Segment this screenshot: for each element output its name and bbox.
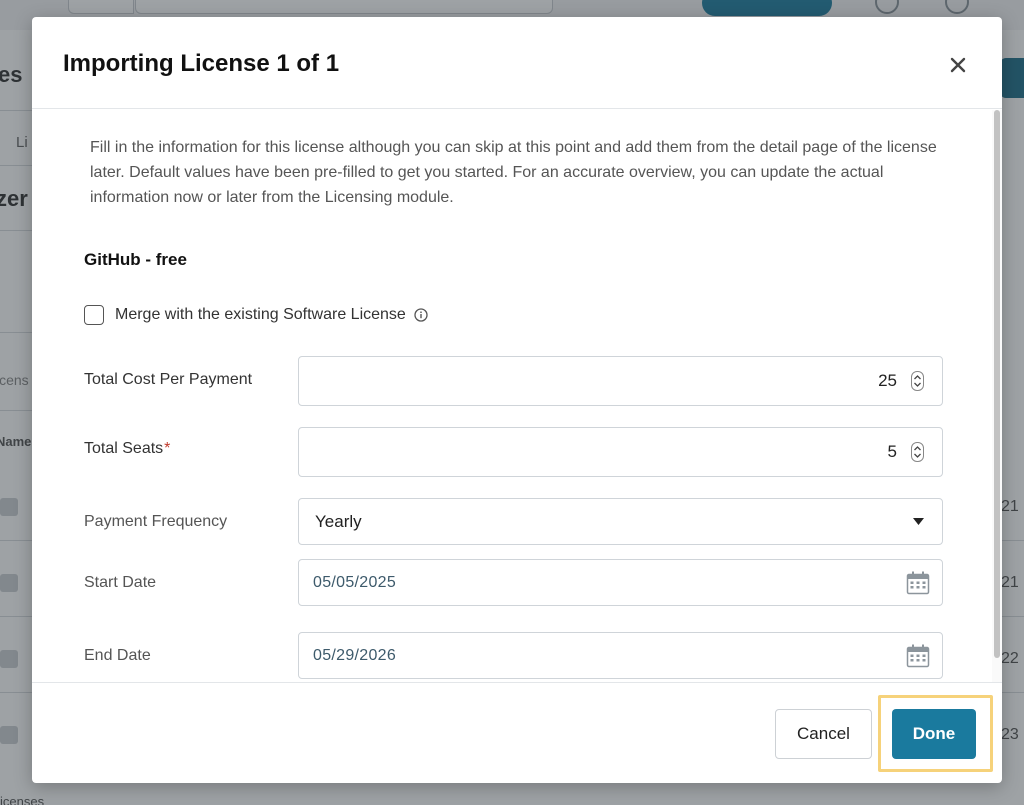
required-marker: * [164, 440, 171, 457]
total-seats-stepper[interactable] [911, 442, 924, 462]
calendar-icon[interactable] [906, 644, 930, 668]
close-icon [950, 57, 966, 73]
total-cost-input[interactable]: 25 [298, 356, 943, 406]
dialog-title: Importing License 1 of 1 [63, 50, 340, 77]
merge-label[interactable]: Merge with the existing Software License [115, 306, 406, 324]
payment-frequency-label: Payment Frequency [84, 513, 228, 530]
calendar-icon[interactable] [906, 571, 930, 595]
close-button[interactable] [944, 51, 972, 79]
total-seats-value: 5 [887, 442, 897, 461]
merge-option: Merge with the existing Software License [84, 305, 428, 325]
payment-frequency-select[interactable]: Yearly [298, 498, 943, 545]
total-seats-input[interactable]: 5 [298, 427, 943, 477]
dialog-footer: Cancel Done [32, 682, 1002, 783]
done-button[interactable]: Done [892, 709, 976, 759]
total-cost-stepper[interactable] [911, 371, 924, 391]
intro-text: Fill in the information for this license… [90, 139, 937, 206]
total-cost-label: Total Cost Per Payment [84, 371, 253, 388]
total-seats-label-text: Total Seats [84, 440, 164, 457]
import-license-dialog: Importing License 1 of 1 Fill in the inf… [32, 17, 1002, 783]
stepper-arrows-icon [914, 375, 921, 387]
cancel-button[interactable]: Cancel [775, 709, 872, 759]
end-date-input[interactable]: 05/29/2026 [298, 632, 943, 679]
start-date-input[interactable]: 05/05/2025 [298, 559, 943, 606]
end-date-value: 05/29/2026 [313, 646, 397, 664]
dialog-header: Importing License 1 of 1 [32, 17, 1002, 109]
info-icon[interactable] [414, 308, 428, 322]
payment-frequency-value: Yearly [315, 511, 362, 531]
product-name: GitHub - free [84, 250, 187, 269]
merge-checkbox[interactable] [84, 305, 104, 325]
total-cost-value: 25 [878, 371, 897, 390]
stepper-arrows-icon [914, 446, 921, 458]
dialog-body[interactable]: Fill in the information for this license… [32, 110, 992, 682]
dropdown-arrow-icon [913, 518, 924, 525]
end-date-label: End Date [84, 647, 151, 664]
total-seats-label: Total Seats* [84, 440, 170, 458]
start-date-label: Start Date [84, 574, 157, 591]
start-date-value: 05/05/2025 [313, 573, 397, 591]
dialog-scrollbar-thumb[interactable] [994, 110, 1000, 658]
